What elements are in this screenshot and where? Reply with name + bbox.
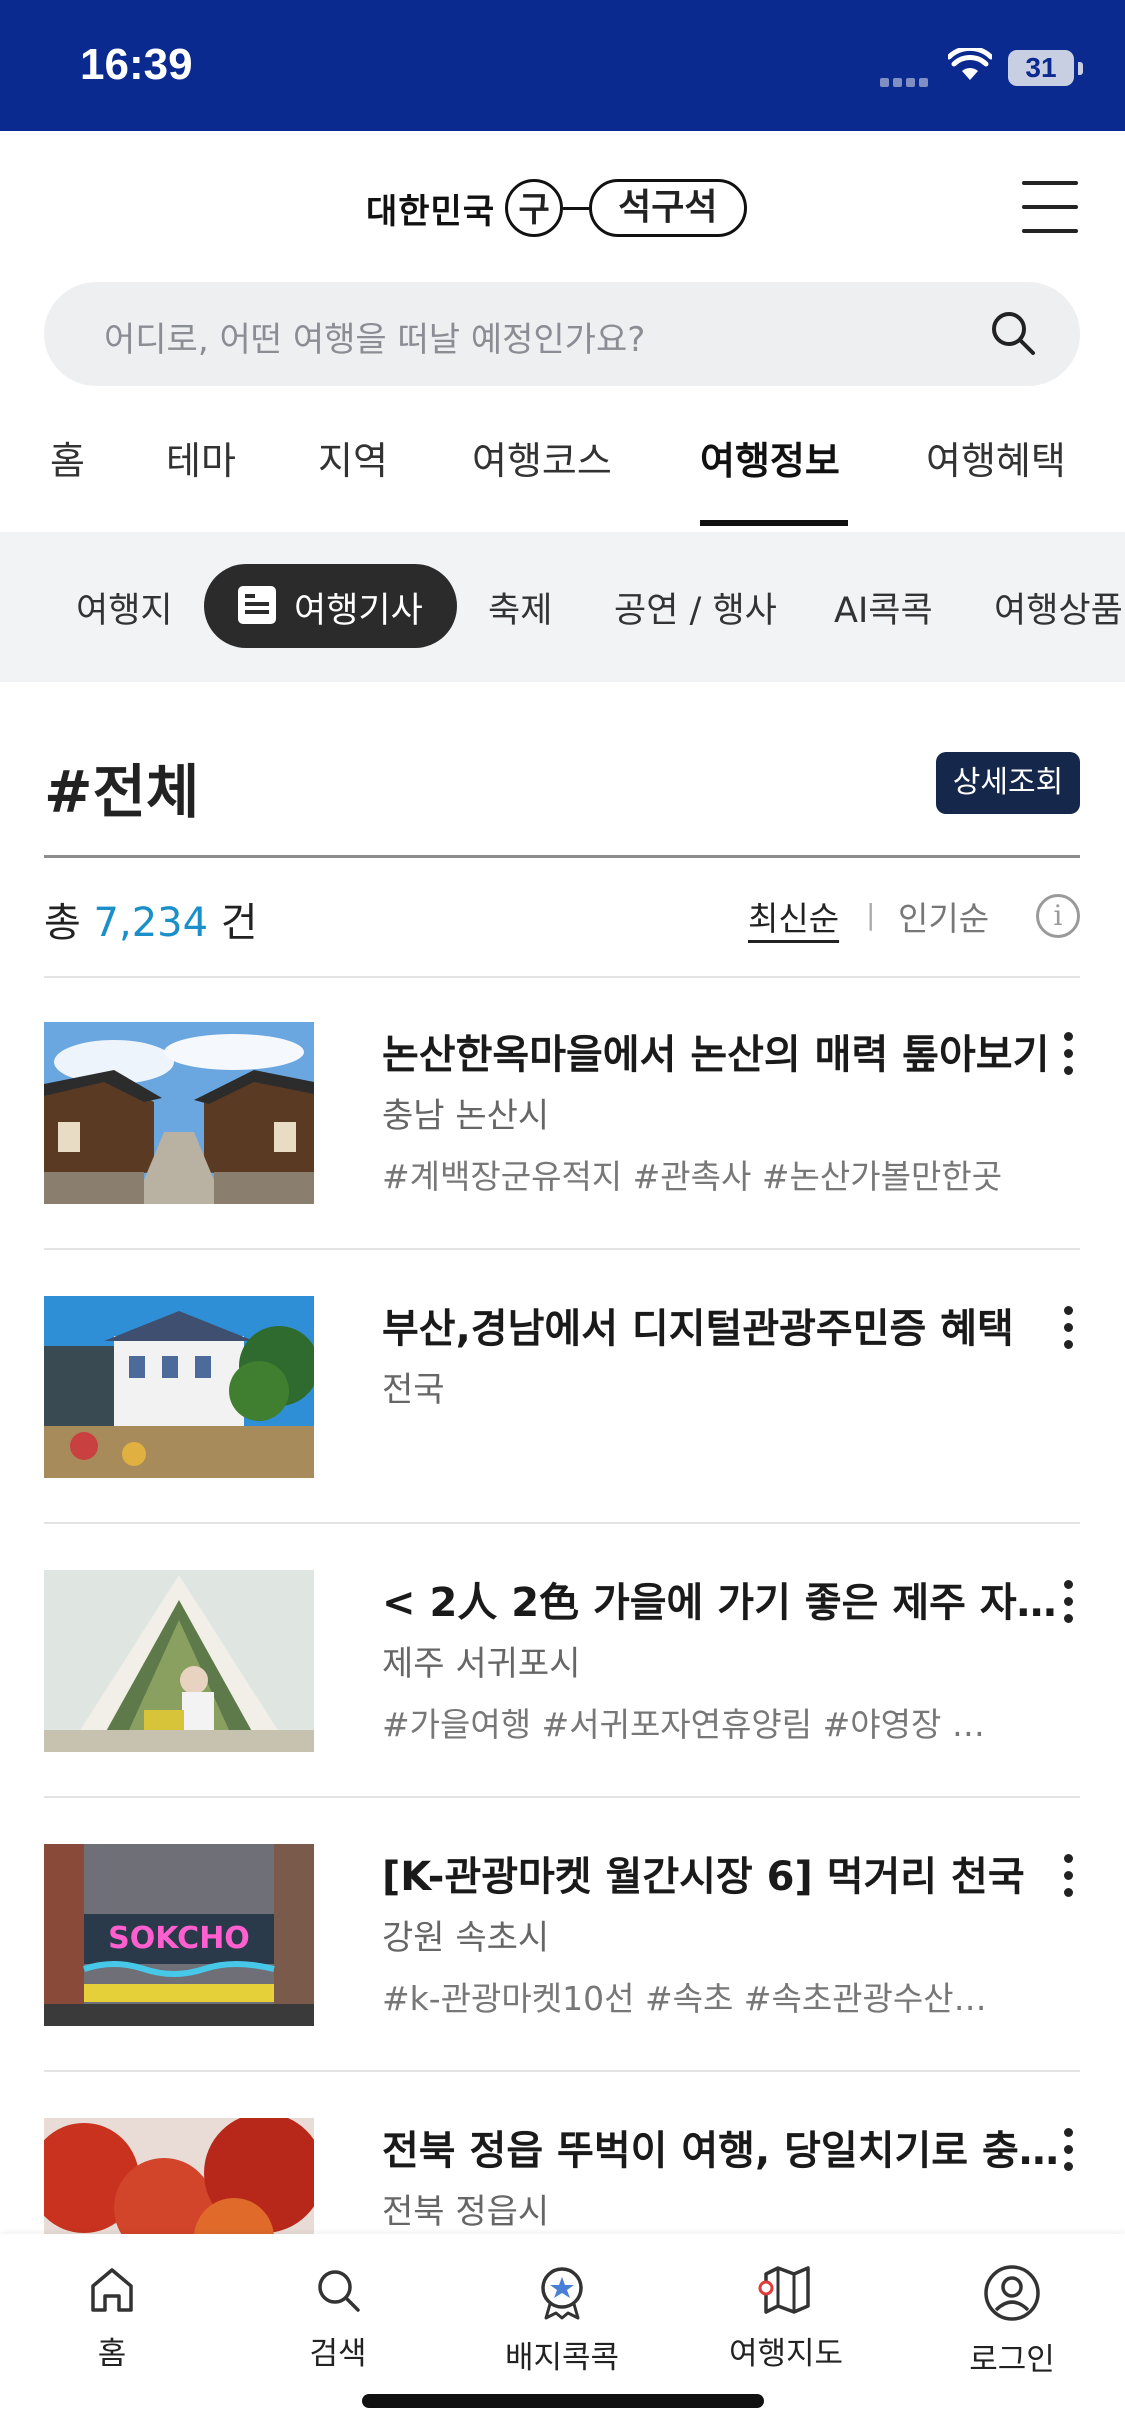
- article-icon: [238, 586, 276, 624]
- list-divider: [44, 1796, 1080, 1798]
- status-time: 16:39: [80, 40, 193, 89]
- article-location: 충남 논산시: [382, 1096, 550, 1136]
- article-thumbnail: [44, 2118, 314, 2234]
- article-location: 전북 정읍시: [382, 2192, 550, 2232]
- list-item[interactable]: < 2人 2色 가을에 가기 좋은 제주 자연휴양림 제주 서귀포시 #가을여행…: [44, 1570, 1080, 1770]
- subtab-festivals[interactable]: 축제: [488, 582, 552, 633]
- subtab-articles[interactable]: 여행기사: [204, 564, 457, 648]
- more-options-icon[interactable]: [1064, 1580, 1076, 1630]
- subtab-events[interactable]: 공연 / 행사: [614, 582, 777, 633]
- list-divider: [44, 1248, 1080, 1250]
- section-divider: [44, 855, 1080, 858]
- battery-tip: [1078, 62, 1083, 75]
- search-input[interactable]: 어디로, 어떤 여행을 떠날 예정인가요?: [44, 282, 1080, 386]
- list-item[interactable]: 전북 정읍 뚜벅이 여행, 당일치기로 충분해 전북 정읍시: [44, 2118, 1080, 2234]
- tab-travel-info[interactable]: 여행정보: [700, 430, 840, 485]
- detail-search-button[interactable]: 상세조회: [936, 752, 1080, 814]
- menu-icon[interactable]: [1022, 181, 1078, 235]
- list-item[interactable]: 부산,경남에서 디지털관광주민증 혜택 전국: [44, 1296, 1080, 1496]
- tab-travel-course[interactable]: 여행코스: [472, 430, 612, 485]
- subtab-products[interactable]: 여행상품: [994, 582, 1123, 633]
- app-header: 대한민국 구 석구석: [0, 131, 1125, 281]
- article-location: 강원 속초시: [382, 1918, 550, 1958]
- list-divider: [44, 976, 1080, 978]
- status-bar: 16:39 31: [0, 0, 1125, 131]
- subtab-ai[interactable]: AI콕콕: [834, 582, 933, 633]
- wifi-icon: [948, 48, 992, 80]
- nav-map[interactable]: 여행지도: [706, 2264, 866, 2373]
- result-count: 총 7,234 건: [44, 890, 258, 948]
- sokcho-sign-text: SOKCHO: [108, 1921, 250, 1956]
- map-icon: [758, 2266, 810, 2314]
- tab-region[interactable]: 지역: [318, 430, 388, 485]
- site-logo[interactable]: 대한민국 구 석구석: [366, 173, 747, 243]
- badge-icon: [541, 2267, 583, 2320]
- logo-circle-char: 구: [505, 179, 564, 237]
- sort-separator: |: [866, 898, 876, 931]
- info-icon[interactable]: i: [1036, 894, 1080, 938]
- search-placeholder: 어디로, 어떤 여행을 떠날 예정인가요?: [104, 320, 646, 360]
- nav-search-label: 검색: [309, 2336, 367, 2372]
- more-options-icon[interactable]: [1064, 1032, 1076, 1082]
- subtab-articles-label: 여행기사: [294, 591, 423, 631]
- logo-name: 석구석: [589, 179, 747, 237]
- article-title[interactable]: 논산한옥마을에서 논산의 매력 톺아보기: [382, 1022, 1062, 1080]
- logo-connector: [563, 206, 590, 210]
- search-icon[interactable]: [988, 308, 1038, 358]
- article-title[interactable]: 전북 정읍 뚜벅이 여행, 당일치기로 충분해: [382, 2118, 1062, 2176]
- article-tags: #계백장군유적지 #관촉사 #논산가볼만한곳: [382, 1157, 1003, 1196]
- nav-map-label: 여행지도: [728, 2336, 844, 2372]
- cellular-signal-icon: [880, 72, 935, 87]
- more-options-icon[interactable]: [1064, 2128, 1076, 2178]
- sub-tabs: 여행지 여행기사 축제 공연 / 행사 AI콕콕 여행상품: [0, 532, 1125, 682]
- list-item[interactable]: SOKCHO [K-관광마켓 월간시장 6] 먹거리 천국 강원 속초시 #k-…: [44, 1844, 1080, 2044]
- list-divider: [44, 1522, 1080, 1524]
- section-title: #전체: [44, 758, 200, 826]
- article-tags: #가을여행 #서귀포자연휴양림 #야영장 #캠핑: [382, 1705, 1012, 1744]
- sort-latest[interactable]: 최신순: [748, 892, 839, 940]
- tab-travel-benefits[interactable]: 여행혜택: [926, 430, 1066, 485]
- nav-home-label: 홈: [97, 2336, 127, 2372]
- more-options-icon[interactable]: [1064, 1306, 1076, 1356]
- subtab-destinations[interactable]: 여행지: [76, 582, 173, 633]
- article-location: 제주 서귀포시: [382, 1644, 581, 1684]
- article-thumbnail: SOKCHO: [44, 1844, 314, 2026]
- main-tabs: 홈 테마 지역 여행코스 여행정보 여행혜택: [0, 420, 1125, 530]
- article-thumbnail: [44, 1022, 314, 1204]
- article-title[interactable]: [K-관광마켓 월간시장 6] 먹거리 천국: [382, 1844, 1062, 1902]
- article-thumbnail: [44, 1296, 314, 1478]
- home-icon: [91, 2268, 133, 2312]
- article-location: 전국: [382, 1370, 445, 1410]
- battery-icon: 31: [1008, 50, 1074, 86]
- nav-badge[interactable]: 배지콕콕: [482, 2264, 642, 2377]
- active-tab-indicator: [700, 520, 848, 526]
- home-indicator: [362, 2394, 764, 2408]
- article-title[interactable]: 부산,경남에서 디지털관광주민증 혜택: [382, 1296, 1062, 1354]
- list-item[interactable]: 논산한옥마을에서 논산의 매력 톺아보기 충남 논산시 #계백장군유적지 #관촉…: [44, 1022, 1080, 1222]
- article-title[interactable]: < 2人 2色 가을에 가기 좋은 제주 자연휴양림: [382, 1570, 1062, 1628]
- nav-home[interactable]: 홈: [32, 2264, 192, 2373]
- more-options-icon[interactable]: [1064, 1854, 1076, 1904]
- nav-search[interactable]: 검색: [258, 2264, 418, 2373]
- count-prefix: 총: [44, 900, 81, 946]
- tab-home[interactable]: 홈: [50, 430, 85, 485]
- search-icon: [318, 2270, 360, 2312]
- count-suffix: 건: [220, 900, 258, 946]
- logo-country: 대한민국: [366, 191, 496, 232]
- article-thumbnail: [44, 1570, 314, 1752]
- nav-login-label: 로그인: [969, 2342, 1055, 2378]
- list-divider: [44, 2070, 1080, 2072]
- count-number: 7,234: [93, 900, 209, 946]
- tab-theme[interactable]: 테마: [166, 430, 236, 485]
- nav-login[interactable]: 로그인: [932, 2264, 1092, 2379]
- sort-popular[interactable]: 인기순: [898, 892, 989, 940]
- nav-badge-label: 배지콕콕: [504, 2340, 620, 2376]
- user-icon: [984, 2265, 1040, 2321]
- article-tags: #k-관광마켓10선 #속초 #속초관광수산시장: [382, 1979, 1012, 2018]
